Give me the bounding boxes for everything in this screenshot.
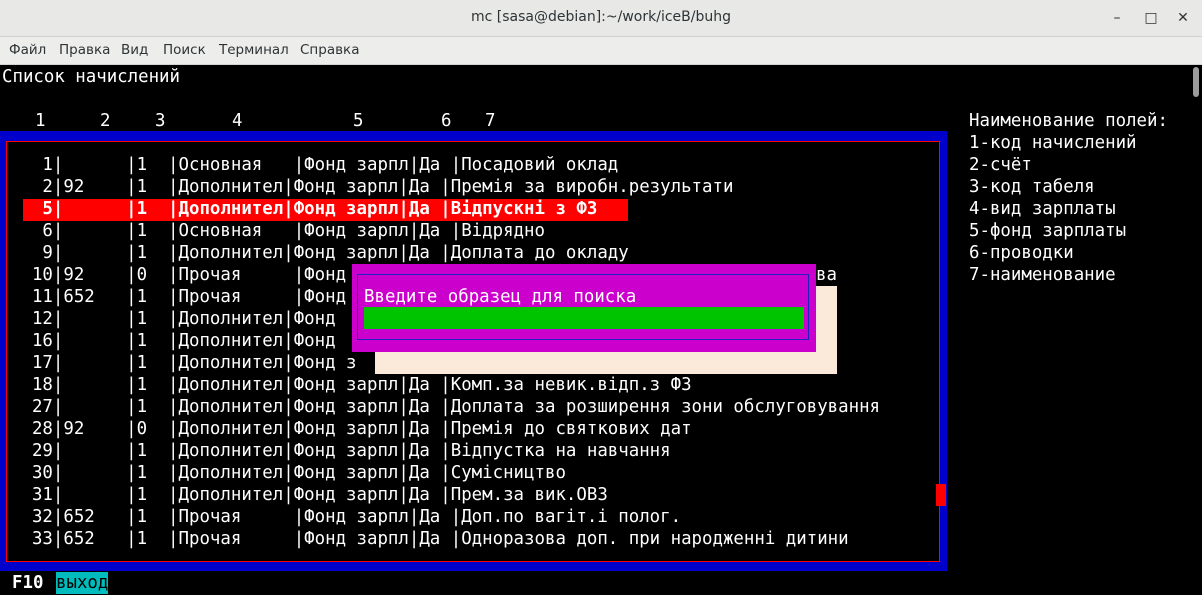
menu-edit[interactable]: Правка xyxy=(59,42,110,58)
table-row[interactable]: 30| |1 |Дополнител|Фонд зарпл|Да |Сумісн… xyxy=(11,462,566,484)
search-dialog: Введите образец для поиска xyxy=(352,264,816,352)
table-row[interactable]: 1| |1 |Основная |Фонд зарпл|Да |Посадови… xyxy=(11,154,618,176)
legend-item: 2-счёт xyxy=(969,155,1032,175)
menu-view[interactable]: Вид xyxy=(121,42,148,58)
menu-file[interactable]: Файл xyxy=(9,42,46,58)
table-row-selected[interactable]: 5| |1 |Дополнител|Фонд зарпл|Да |Відпуск… xyxy=(11,198,597,220)
table-row[interactable]: 6| |1 |Основная |Фонд зарпл|Да |Відрядно xyxy=(11,220,545,242)
table-row[interactable]: 18| |1 |Дополнител|Фонд зарпл|Да |Комп.з… xyxy=(11,374,692,396)
table-row[interactable]: 17| |1 |Дополнител|Фонд з xyxy=(11,352,357,374)
terminal-scrollbar[interactable] xyxy=(1190,65,1202,595)
table-row[interactable]: 31| |1 |Дополнител|Фонд зарпл|Да |Прем.з… xyxy=(11,484,608,506)
f10-key-label: F10 xyxy=(12,573,44,593)
screen-title: Список начислений xyxy=(2,67,180,87)
table-row[interactable]: 10|92 |0 |Прочая |Фонд xyxy=(11,264,346,286)
row-10-tail: ва xyxy=(816,265,837,285)
column-number-7: 7 xyxy=(485,111,496,131)
menu-search[interactable]: Поиск xyxy=(163,42,206,58)
maximize-icon[interactable]: □ xyxy=(1141,8,1161,28)
legend-item: 1-код начислений xyxy=(969,133,1137,153)
search-prompt: Введите образец для поиска xyxy=(364,287,637,307)
window-titlebar: mc [sasa@debian]:~/work/iceB/buhg – □ ✕ xyxy=(0,0,1202,37)
legend-title: Наименование полей: xyxy=(969,111,1168,131)
column-number-4: 4 xyxy=(232,111,243,131)
exit-button[interactable]: выход xyxy=(56,572,109,594)
legend-item: 4-вид зарплаты xyxy=(969,199,1116,219)
table-row[interactable]: 28|92 |0 |Дополнител|Фонд зарпл|Да |Прем… xyxy=(11,418,692,440)
window-title: mc [sasa@debian]:~/work/iceB/buhg xyxy=(471,9,731,25)
table-row[interactable]: 12| |1 |Дополнител|Фонд xyxy=(11,308,336,330)
table-row[interactable]: 29| |1 |Дополнител|Фонд зарпл|Да |Відпус… xyxy=(11,440,671,462)
menu-terminal[interactable]: Терминал xyxy=(219,42,289,58)
table-row[interactable]: 11|652 |1 |Прочая |Фонд xyxy=(11,286,346,308)
legend-item: 5-фонд зарплаты xyxy=(969,221,1127,241)
legend-item: 6-проводки xyxy=(969,243,1074,263)
scrollbar-thumb[interactable] xyxy=(1193,67,1199,97)
menubar: Файл Правка Вид Поиск Терминал Справка xyxy=(0,37,1202,65)
column-number-5: 5 xyxy=(353,111,364,131)
column-number-3: 3 xyxy=(155,111,166,131)
column-number-1: 1 xyxy=(35,111,46,131)
column-number-2: 2 xyxy=(100,111,111,131)
table-row[interactable]: 9| |1 |Дополнител|Фонд зарпл|Да |Доплата… xyxy=(11,242,628,264)
table-row[interactable]: 27| |1 |Дополнител|Фонд зарпл|Да |Доплат… xyxy=(11,396,880,418)
close-icon[interactable]: ✕ xyxy=(1173,8,1193,28)
list-scroll-marker[interactable] xyxy=(936,484,946,506)
table-row[interactable]: 33|652 |1 |Прочая |Фонд зарпл|Да |Однора… xyxy=(11,528,849,550)
search-input[interactable] xyxy=(364,307,804,329)
table-row[interactable]: 32|652 |1 |Прочая |Фонд зарпл|Да |Доп.по… xyxy=(11,506,681,528)
column-number-6: 6 xyxy=(441,111,452,131)
minimize-icon[interactable]: – xyxy=(1107,8,1127,28)
table-row[interactable]: 2|92 |1 |Дополнител|Фонд зарпл|Да |Премі… xyxy=(11,176,733,198)
table-row[interactable]: 16| |1 |Дополнител|Фонд xyxy=(11,330,336,352)
legend-item: 3-код табеля xyxy=(969,177,1095,197)
legend-item: 7-наименование xyxy=(969,265,1116,285)
menu-help[interactable]: Справка xyxy=(300,42,359,58)
